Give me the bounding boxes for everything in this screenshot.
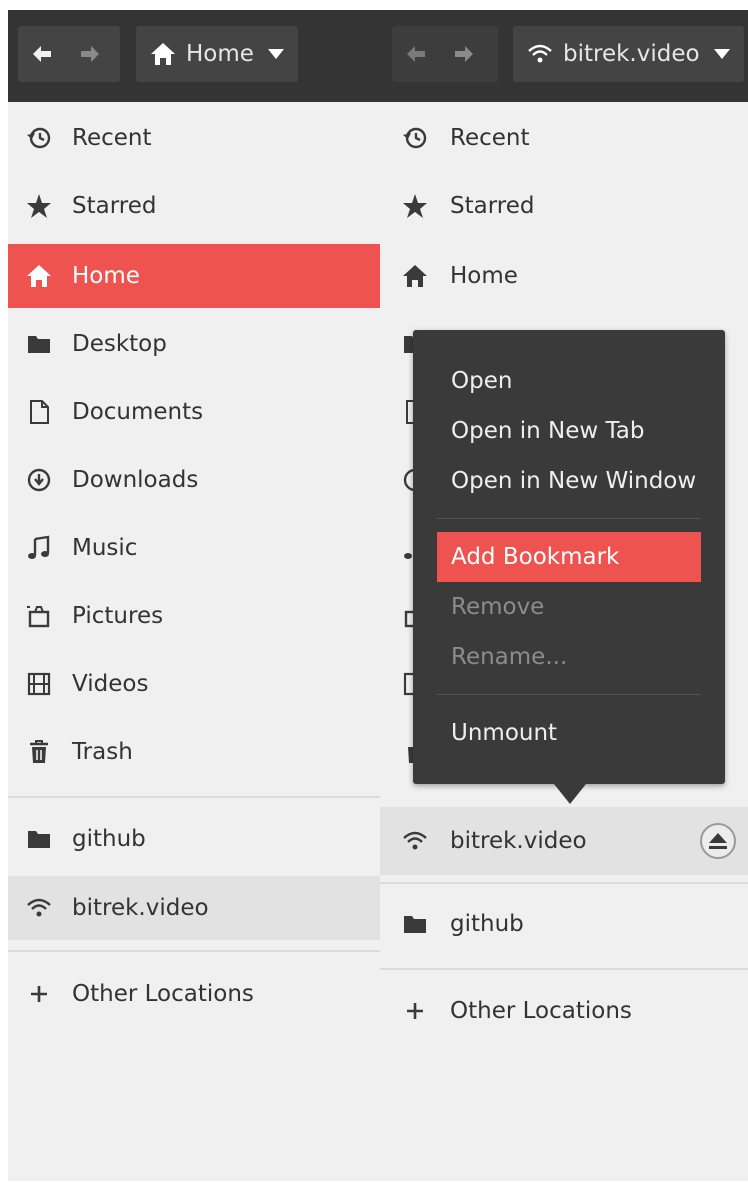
history-buttons [18, 26, 120, 82]
home-icon [151, 43, 175, 65]
home-icon [400, 261, 430, 291]
sidebar-item-label: bitrek.video [72, 895, 209, 921]
sidebar-item-bitrek-video[interactable]: bitrek.video [8, 876, 380, 940]
menu-item-rename[interactable]: Rename... [437, 632, 701, 682]
header-bar: Home [8, 10, 380, 102]
menu-item-remove[interactable]: Remove [437, 582, 701, 632]
music-icon [24, 533, 54, 563]
folder-icon [24, 329, 54, 359]
recent-icon [400, 123, 430, 153]
back-button[interactable] [392, 26, 440, 82]
wifi-icon [400, 826, 430, 856]
menu-item-open-new-window[interactable]: Open in New Window [437, 456, 701, 506]
eject-button[interactable] [700, 823, 736, 859]
sidebar-item-label: Home [72, 263, 140, 289]
sidebar-item-github[interactable]: github [380, 892, 748, 956]
location-button[interactable]: bitrek.video [513, 26, 744, 82]
location-button[interactable]: Home [136, 26, 298, 82]
sidebar-item-github[interactable]: github [8, 807, 380, 871]
sidebar-item-label: Recent [450, 125, 530, 151]
sidebar-item-videos[interactable]: Videos [8, 652, 380, 716]
folder-icon [24, 824, 54, 854]
left-sidebar: Home Recent Starred Home Desktop Documen… [8, 10, 380, 1181]
sidebar-item-label: bitrek.video [450, 828, 587, 854]
sidebar-item-starred[interactable]: Starred [380, 174, 748, 238]
sidebar-item-desktop[interactable]: Desktop [8, 312, 380, 376]
sidebar-item-home[interactable]: Home [380, 244, 748, 308]
sidebar-item-label: Pictures [72, 603, 164, 629]
wifi-icon [528, 44, 552, 63]
download-icon [24, 465, 54, 495]
chevron-down-icon [713, 49, 730, 59]
sidebar-item-label: Other Locations [450, 998, 632, 1024]
wifi-icon [24, 893, 54, 923]
sidebar-item-label: Documents [72, 399, 204, 425]
folder-icon [400, 909, 430, 939]
sidebar-item-label: Home [450, 263, 518, 289]
sidebar-item-other-locations[interactable]: Other Locations [8, 962, 380, 1026]
menu-separator [437, 694, 701, 695]
pictures-icon [24, 601, 54, 631]
sidebar-item-label: Starred [72, 193, 157, 219]
back-button[interactable] [18, 26, 66, 82]
sidebar-separator [380, 968, 748, 970]
sidebar-item-label: Videos [72, 671, 149, 697]
sidebar-item-label: Desktop [72, 331, 167, 357]
sidebar-item-label: Other Locations [72, 981, 254, 1007]
video-icon [24, 669, 54, 699]
menu-pointer [554, 784, 586, 804]
forward-arrow-icon [455, 46, 473, 62]
sidebar-separator [8, 796, 380, 798]
forward-arrow-icon [81, 46, 99, 62]
chevron-down-icon [267, 49, 284, 59]
sidebar-item-other-locations[interactable]: Other Locations [380, 979, 748, 1043]
sidebar-item-recent[interactable]: Recent [8, 106, 380, 170]
recent-icon [24, 123, 54, 153]
back-arrow-icon [407, 46, 425, 62]
sidebar-item-label: Recent [72, 125, 152, 151]
sidebar-item-home[interactable]: Home [8, 244, 380, 308]
sidebar-item-label: Music [72, 535, 138, 561]
plus-icon [400, 996, 430, 1026]
sidebar-item-bitrek-video[interactable]: bitrek.video [380, 807, 748, 875]
sidebar-item-label: Starred [450, 193, 535, 219]
menu-item-unmount[interactable]: Unmount [437, 708, 701, 758]
sidebar-item-trash[interactable]: Trash [8, 720, 380, 784]
sidebar-item-label: github [72, 826, 146, 852]
sidebar-item-recent[interactable]: Recent [380, 106, 748, 170]
sidebar-item-documents[interactable]: Documents [8, 380, 380, 444]
star-icon [400, 191, 430, 221]
sidebar-item-starred[interactable]: Starred [8, 174, 380, 238]
sidebar-item-label: github [450, 911, 524, 937]
star-icon [24, 191, 54, 221]
sidebar-item-music[interactable]: Music [8, 516, 380, 580]
forward-button[interactable] [440, 26, 488, 82]
sidebar-separator [8, 950, 380, 952]
back-arrow-icon [33, 46, 51, 62]
location-label: bitrek.video [563, 41, 700, 67]
header-bar: bitrek.video [380, 10, 748, 102]
menu-item-add-bookmark[interactable]: Add Bookmark [437, 532, 701, 582]
trash-icon [24, 737, 54, 767]
menu-item-open[interactable]: Open [437, 356, 701, 406]
location-label: Home [186, 41, 254, 67]
sidebar-item-pictures[interactable]: Pictures [8, 584, 380, 648]
context-menu: Open Open in New Tab Open in New Window … [413, 330, 725, 804]
menu-separator [437, 518, 701, 519]
home-icon [24, 261, 54, 291]
history-buttons [392, 26, 498, 82]
document-icon [24, 397, 54, 427]
sidebar-item-label: Downloads [72, 467, 199, 493]
sidebar-separator [380, 882, 748, 884]
plus-icon [24, 979, 54, 1009]
forward-button[interactable] [66, 26, 114, 82]
eject-icon [709, 833, 727, 849]
sidebar-item-label: Trash [72, 739, 133, 765]
menu-item-open-new-tab[interactable]: Open in New Tab [437, 406, 701, 456]
sidebar-item-downloads[interactable]: Downloads [8, 448, 380, 512]
